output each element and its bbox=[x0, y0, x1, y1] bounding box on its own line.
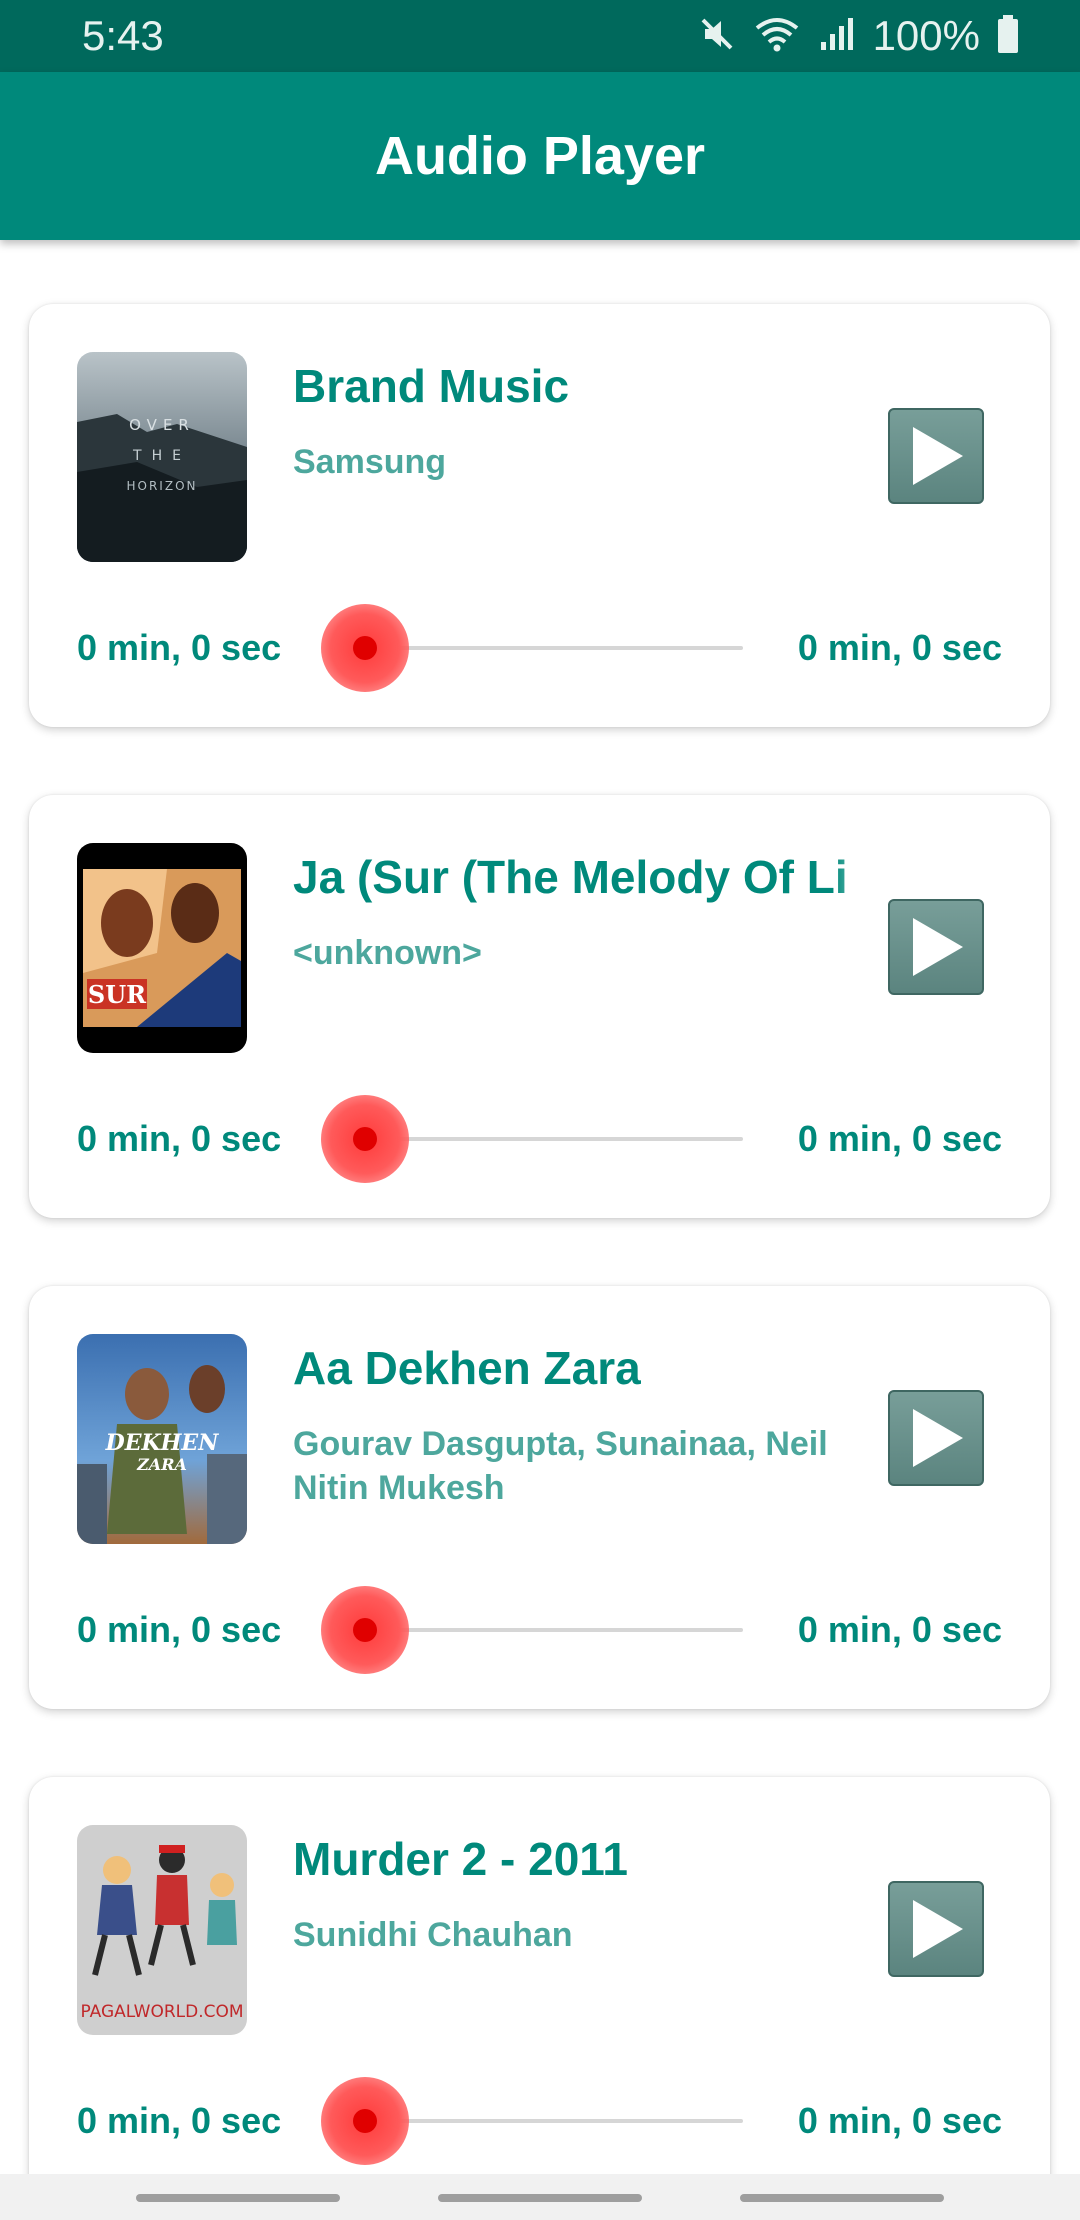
wifi-icon bbox=[753, 14, 801, 59]
elapsed-time: 0 min, 0 sec bbox=[77, 1609, 282, 1650]
play-icon bbox=[913, 427, 963, 485]
seek-thumb[interactable] bbox=[321, 1586, 409, 1674]
song-title: Ja (Sur (The Melody Of Li bbox=[293, 847, 893, 907]
play-button[interactable] bbox=[888, 408, 984, 504]
seek-thumb[interactable] bbox=[321, 1095, 409, 1183]
album-art-pagalworld: PAGALWORLD.COM bbox=[77, 1825, 247, 2035]
song-title: Aa Dekhen Zara bbox=[293, 1342, 641, 1394]
svg-text:THE: THE bbox=[132, 448, 191, 464]
seek-track-line bbox=[365, 1137, 743, 1141]
nav-recents-handle[interactable] bbox=[136, 2194, 340, 2202]
track-card[interactable]: OVER THE HORIZON Brand Music Samsung 0 m… bbox=[29, 304, 1050, 727]
total-duration: 0 min, 0 sec bbox=[797, 2100, 1002, 2141]
nav-back-handle[interactable] bbox=[740, 2194, 944, 2202]
battery-icon bbox=[996, 14, 1020, 59]
total-duration: 0 min, 0 sec bbox=[797, 1609, 1002, 1650]
elapsed-time: 0 min, 0 sec bbox=[77, 2100, 282, 2141]
song-artist: Gourav Dasgupta, Sunainaa, Neil Nitin Mu… bbox=[293, 1425, 828, 1507]
seek-track-line bbox=[365, 646, 743, 650]
svg-text:PAGALWORLD.COM: PAGALWORLD.COM bbox=[80, 2002, 243, 2022]
play-icon bbox=[913, 1409, 963, 1467]
album-art-aa-dekhen-zara: DEKHEN ZARA bbox=[77, 1334, 247, 1544]
play-button[interactable] bbox=[888, 1881, 984, 1977]
album-art-over-the-horizon: OVER THE HORIZON bbox=[77, 352, 247, 562]
seek-bar[interactable] bbox=[321, 1586, 743, 1674]
battery-percent: 100% bbox=[872, 12, 980, 59]
signal-icon bbox=[817, 14, 857, 59]
svg-text:OVER: OVER bbox=[129, 416, 195, 434]
song-title: Murder 2 - 2011 bbox=[293, 1833, 628, 1885]
track-card[interactable]: SUR Ja (Sur (The Melody Of Li <unknown> … bbox=[29, 795, 1050, 1218]
svg-text:DEKHEN: DEKHEN bbox=[105, 1430, 220, 1456]
elapsed-time: 0 min, 0 sec bbox=[77, 1118, 282, 1159]
play-icon bbox=[913, 918, 963, 976]
song-artist: <unknown> bbox=[293, 934, 482, 972]
seek-thumb[interactable] bbox=[321, 604, 409, 692]
album-art-sur: SUR bbox=[77, 843, 247, 1053]
nav-home-handle[interactable] bbox=[438, 2194, 642, 2202]
seek-thumb[interactable] bbox=[321, 2077, 409, 2165]
song-title: Brand Music bbox=[293, 360, 570, 412]
seek-bar[interactable] bbox=[321, 2077, 743, 2165]
song-artist: Samsung bbox=[293, 443, 447, 481]
play-button[interactable] bbox=[888, 899, 984, 995]
svg-text:SUR: SUR bbox=[88, 980, 147, 1009]
seek-bar[interactable] bbox=[321, 1095, 743, 1183]
status-bar: 5:43 100% bbox=[0, 0, 1080, 72]
seek-track-line bbox=[365, 1628, 743, 1632]
play-icon bbox=[913, 1900, 963, 1958]
total-duration: 0 min, 0 sec bbox=[797, 1118, 1002, 1159]
mute-icon bbox=[697, 14, 737, 59]
track-card[interactable]: DEKHEN ZARA Aa Dekhen Zara Gourav Dasgup… bbox=[29, 1286, 1050, 1709]
elapsed-time: 0 min, 0 sec bbox=[77, 627, 282, 668]
track-card[interactable]: PAGALWORLD.COM Murder 2 - 2011 Sunidhi C… bbox=[29, 1777, 1050, 2174]
song-artist: Sunidhi Chauhan bbox=[293, 1916, 573, 1954]
play-button[interactable] bbox=[888, 1390, 984, 1486]
status-time: 5:43 bbox=[82, 12, 164, 59]
seek-track-line bbox=[365, 2119, 743, 2123]
seek-bar[interactable] bbox=[321, 604, 743, 692]
total-duration: 0 min, 0 sec bbox=[797, 627, 1002, 668]
svg-text:HORIZON: HORIZON bbox=[127, 479, 198, 493]
navigation-bar bbox=[0, 2174, 1080, 2220]
status-icons: 100% bbox=[697, 14, 1020, 58]
app-bar: Audio Player bbox=[0, 72, 1080, 240]
app-title: Audio Player bbox=[374, 126, 706, 186]
svg-text:ZARA: ZARA bbox=[136, 1455, 187, 1474]
track-list[interactable]: OVER THE HORIZON Brand Music Samsung 0 m… bbox=[0, 240, 1080, 2174]
